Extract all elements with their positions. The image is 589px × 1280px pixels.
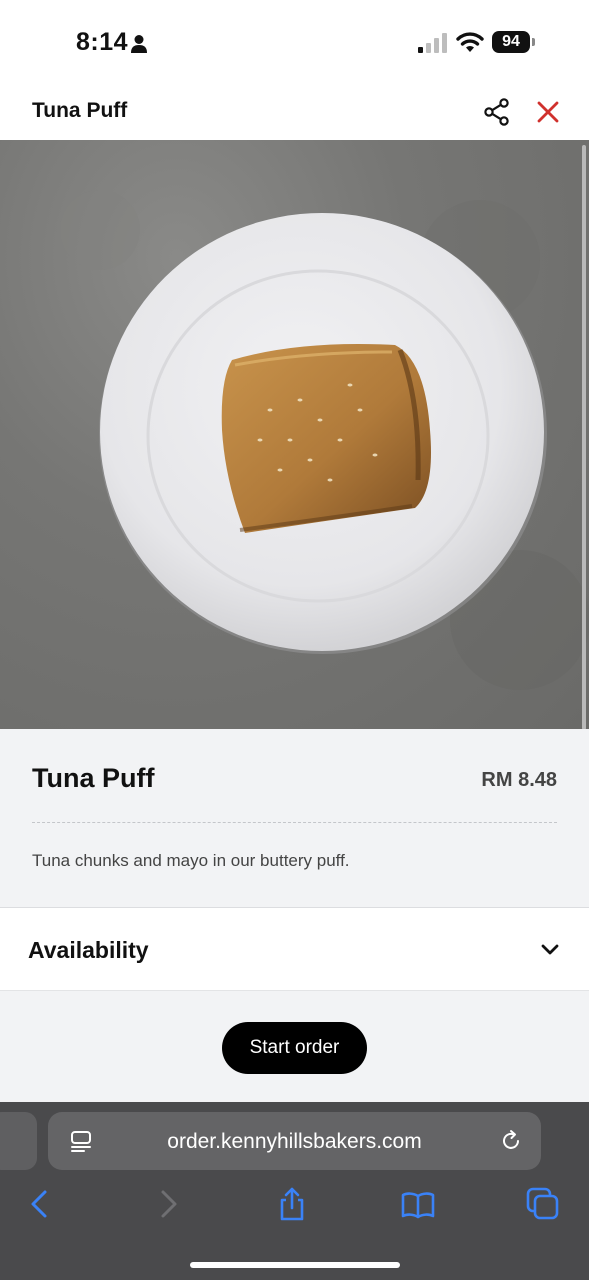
status-time: 8:14	[76, 28, 129, 56]
forward-icon[interactable]	[150, 1186, 186, 1222]
start-order-button[interactable]: Start order	[222, 1022, 367, 1074]
product-photo-illustration	[60, 190, 589, 690]
previous-tab-preview[interactable]	[0, 1112, 37, 1170]
divider	[32, 822, 557, 823]
battery-indicator: 94	[492, 31, 536, 53]
status-bar: 8:14 94	[0, 0, 589, 84]
product-name: Tuna Puff	[32, 763, 155, 793]
battery-tip	[532, 38, 535, 46]
url-text[interactable]: order.kennyhillsbakers.com	[48, 1130, 541, 1154]
product-photo	[0, 140, 589, 729]
wifi-icon	[456, 32, 484, 52]
page-header: Tuna Puff	[0, 84, 589, 140]
share-sheet-icon[interactable]	[274, 1186, 310, 1222]
order-area: Start order	[0, 992, 589, 1102]
scrollbar[interactable]	[582, 145, 586, 730]
bookmarks-icon[interactable]	[400, 1186, 436, 1222]
product-description: Tuna chunks and mayo in our buttery puff…	[32, 851, 350, 870]
home-indicator	[190, 1262, 400, 1268]
chevron-down-icon[interactable]	[540, 942, 560, 958]
reload-icon[interactable]	[499, 1129, 523, 1153]
cellular-signal-icon	[418, 33, 447, 53]
back-icon[interactable]	[22, 1186, 58, 1222]
tabs-icon[interactable]	[525, 1186, 561, 1222]
close-icon[interactable]	[536, 100, 560, 124]
product-details: Tuna Puff RM 8.48 Tuna chunks and mayo i…	[0, 729, 589, 907]
address-bar[interactable]: order.kennyhillsbakers.com	[48, 1112, 541, 1170]
availability-label: Availability	[28, 937, 149, 963]
battery-level: 94	[492, 31, 530, 53]
header-title: Tuna Puff	[32, 99, 128, 122]
product-price: RM 8.48	[481, 769, 557, 791]
share-icon[interactable]	[484, 98, 510, 126]
browser-toolbar: order.kennyhillsbakers.com	[0, 1102, 589, 1280]
availability-section[interactable]: Availability	[0, 907, 589, 991]
person-icon	[131, 35, 147, 53]
